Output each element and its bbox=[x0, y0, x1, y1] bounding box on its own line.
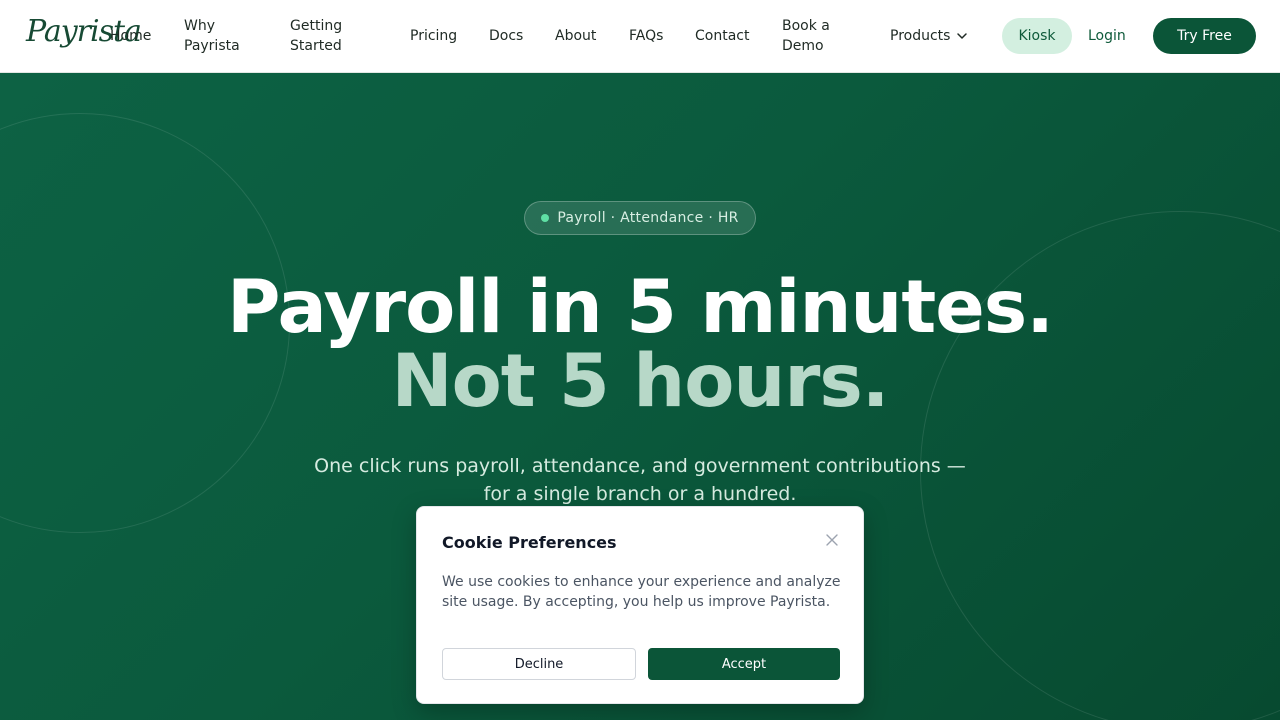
chevron-down-icon bbox=[957, 33, 968, 39]
headline-line-2: Not 5 hours. bbox=[391, 339, 889, 424]
nav-faqs[interactable]: FAQs bbox=[629, 26, 663, 46]
hero-subheading: One click runs payroll, attendance, and … bbox=[314, 455, 966, 505]
feature-pill-text: Payroll · Attendance · HR bbox=[557, 210, 739, 226]
nav-docs[interactable]: Docs bbox=[489, 26, 523, 46]
nav-why-payrista[interactable]: Why Payrista bbox=[184, 16, 240, 56]
headline-line-1: Payroll in 5 minutes. bbox=[227, 265, 1054, 350]
nav-book-demo[interactable]: Book a Demo bbox=[782, 16, 830, 56]
status-dot-icon bbox=[541, 214, 550, 222]
feature-pill: Payroll · Attendance · HR bbox=[524, 201, 756, 235]
login-link[interactable]: Login bbox=[1088, 26, 1126, 46]
site-header: Payrista Home Why Payrista Getting Start… bbox=[0, 0, 1280, 73]
cookie-title: Cookie Preferences bbox=[442, 533, 617, 552]
nav-pricing[interactable]: Pricing bbox=[410, 26, 457, 46]
nav-getting-started[interactable]: Getting Started bbox=[290, 16, 342, 56]
try-free-button[interactable]: Try Free bbox=[1153, 18, 1256, 54]
kiosk-button[interactable]: Kiosk bbox=[1002, 18, 1072, 54]
nav-home[interactable]: Home bbox=[110, 26, 151, 46]
nav-about[interactable]: About bbox=[555, 26, 596, 46]
accept-button[interactable]: Accept bbox=[648, 648, 840, 680]
cookie-description: We use cookies to enhance your experienc… bbox=[442, 574, 841, 610]
close-icon[interactable] bbox=[823, 531, 841, 549]
decline-button[interactable]: Decline bbox=[442, 648, 636, 680]
cookie-preferences-dialog: Cookie Preferences We use cookies to enh… bbox=[416, 506, 864, 704]
nav-contact[interactable]: Contact bbox=[695, 26, 749, 46]
nav-products-dropdown[interactable]: Products bbox=[890, 26, 968, 46]
hero-headline: Payroll in 5 minutes. Not 5 hours. bbox=[0, 271, 1280, 419]
